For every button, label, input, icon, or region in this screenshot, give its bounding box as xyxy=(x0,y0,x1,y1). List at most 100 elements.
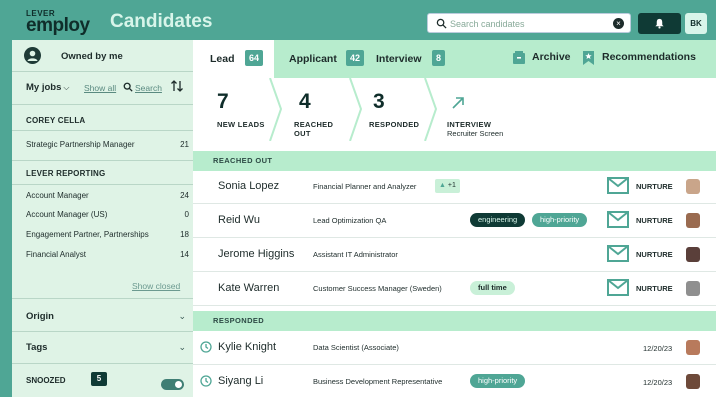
snoozed-count-badge: 5 xyxy=(91,372,107,386)
candidate-name: Reid Wu xyxy=(218,214,260,226)
stage-label-line: OUT xyxy=(294,129,311,138)
stage-interview[interactable]: INTERVIEW Recruiter Screen xyxy=(447,78,557,141)
avatar xyxy=(686,247,700,262)
candidate-role: Data Scientist (Associate) xyxy=(313,343,399,352)
archive-button[interactable]: Archive xyxy=(513,51,571,64)
lever-employ-logo[interactable]: LEVER employ xyxy=(26,10,90,36)
owned-by-me-label: Owned by me xyxy=(61,51,123,62)
avatar xyxy=(686,213,700,228)
job-count: 21 xyxy=(180,140,189,149)
owned-by-me-filter[interactable]: Owned by me xyxy=(12,40,193,72)
stage-count: 4 xyxy=(299,90,311,113)
stage-count: 7 xyxy=(217,90,229,113)
tab-count-badge: 64 xyxy=(245,50,264,66)
snoozed-label: SNOOZED xyxy=(26,376,66,385)
candidate-row[interactable]: Reid Wu Lead Optimization QA engineering… xyxy=(193,204,716,238)
tab-interview[interactable]: Interview 8 xyxy=(369,40,454,78)
origin-filter-label: Origin xyxy=(26,311,54,322)
chevron-down-icon: ⌵ xyxy=(63,83,70,92)
stage-new-leads[interactable]: 7 NEW LEADS xyxy=(217,78,277,141)
tab-applicant[interactable]: Applicant 42 xyxy=(281,40,366,78)
status-nurture: NURTURE xyxy=(636,182,673,191)
recommendations-button[interactable]: Recommendations xyxy=(583,51,696,65)
my-jobs-dropdown[interactable]: My jobs ⌵ xyxy=(26,82,69,93)
job-name: Financial Analyst xyxy=(26,250,87,259)
candidate-name: Kate Warren xyxy=(218,282,280,294)
search-candidates-box[interactable]: × xyxy=(427,13,631,33)
search-input[interactable] xyxy=(450,16,610,31)
search-jobs-link[interactable]: Search xyxy=(135,83,162,93)
stage-reached-out[interactable]: 4 REACHED OUT xyxy=(294,78,354,141)
job-count: 18 xyxy=(180,230,189,239)
job-item[interactable]: Strategic Partnership Manager 21 xyxy=(26,140,189,149)
show-all-link[interactable]: Show all xyxy=(84,83,116,93)
job-name: Account Manager xyxy=(26,191,89,200)
bookmark-star-icon xyxy=(583,51,594,65)
chevron-down-icon: ⌄ xyxy=(178,311,186,321)
mail-icon[interactable] xyxy=(607,177,629,194)
search-icon xyxy=(436,18,447,29)
chevron-separator xyxy=(349,78,363,141)
job-item[interactable]: Account Manager 24 xyxy=(26,191,189,200)
divider xyxy=(12,298,193,299)
tag-badge[interactable]: engineering xyxy=(470,213,526,227)
arrow-up-right-icon xyxy=(452,97,464,109)
user-avatar-button[interactable]: BK xyxy=(685,13,707,34)
tag-badge[interactable]: full time xyxy=(470,281,515,295)
stage-tabs: Lead 64 Applicant 42 Interview 8 Archive… xyxy=(193,40,716,78)
clock-icon xyxy=(200,341,212,353)
origin-filter[interactable]: Origin ⌄ xyxy=(26,311,186,322)
candidate-role: Lead Optimization QA xyxy=(313,216,387,225)
job-group-title: LEVER REPORTING xyxy=(26,169,106,178)
candidate-role: Financial Planner and Analyzer xyxy=(313,182,417,191)
section-header-responded: RESPONDED xyxy=(193,311,716,331)
user-icon xyxy=(24,47,41,64)
job-item[interactable]: Financial Analyst 14 xyxy=(26,250,189,259)
tag-badge[interactable]: high-priority xyxy=(532,213,588,227)
tags-filter[interactable]: Tags ⌄ xyxy=(26,342,186,353)
notifications-button[interactable] xyxy=(638,13,681,34)
show-closed-link[interactable]: Show closed xyxy=(132,281,180,291)
tags-filter-label: Tags xyxy=(26,342,48,353)
job-item[interactable]: Account Manager (US) 0 xyxy=(26,210,189,219)
avatar xyxy=(686,179,700,194)
divider xyxy=(12,184,193,185)
logo-big-text: employ xyxy=(26,15,90,36)
page-title: Candidates xyxy=(110,11,213,32)
thumbs-up-badge: ▲ +1 xyxy=(435,179,460,193)
archive-label: Archive xyxy=(532,51,571,63)
avatar xyxy=(686,340,700,355)
candidate-row[interactable]: Kylie Knight Data Scientist (Associate) … xyxy=(193,331,716,365)
status-nurture: NURTURE xyxy=(636,284,673,293)
top-header: LEVER employ Candidates × BK xyxy=(0,0,716,40)
divider xyxy=(12,130,193,131)
candidate-row[interactable]: Jerome Higgins Assistant IT Administrato… xyxy=(193,238,716,272)
tab-label: Applicant xyxy=(289,53,337,65)
candidate-row[interactable]: Sonia Lopez Financial Planner and Analyz… xyxy=(193,170,716,204)
chevron-separator xyxy=(269,78,283,141)
mail-icon[interactable] xyxy=(607,279,629,296)
candidate-name: Kylie Knight xyxy=(218,341,277,353)
my-jobs-label: My jobs xyxy=(26,82,62,93)
mail-icon[interactable] xyxy=(607,245,629,262)
candidate-row[interactable]: Kate Warren Customer Success Manager (Sw… xyxy=(193,272,716,306)
job-item[interactable]: Engagement Partner, Partnerships 18 xyxy=(26,230,189,239)
divider xyxy=(12,363,193,364)
main-panel: Lead 64 Applicant 42 Interview 8 Archive… xyxy=(193,40,716,397)
tag-badge[interactable]: high-priority xyxy=(470,374,526,388)
snoozed-toggle[interactable] xyxy=(161,379,184,390)
stage-label: INTERVIEW xyxy=(447,120,492,129)
clear-search-icon[interactable]: × xyxy=(613,18,624,29)
stage-label: RESPONDED xyxy=(369,120,420,129)
candidate-row[interactable]: Siyang Li Business Development Represent… xyxy=(193,365,716,397)
candidate-name: Sonia Lopez xyxy=(218,180,280,192)
sort-icon[interactable] xyxy=(170,79,184,93)
tab-lead[interactable]: Lead 64 xyxy=(193,40,274,78)
tab-label: Lead xyxy=(210,53,235,65)
job-count: 14 xyxy=(180,250,189,259)
mail-icon[interactable] xyxy=(607,211,629,228)
status-nurture: NURTURE xyxy=(636,250,673,259)
stage-sublabel: Recruiter Screen xyxy=(447,129,504,138)
chevron-separator xyxy=(424,78,438,141)
job-name: Strategic Partnership Manager xyxy=(26,140,135,149)
